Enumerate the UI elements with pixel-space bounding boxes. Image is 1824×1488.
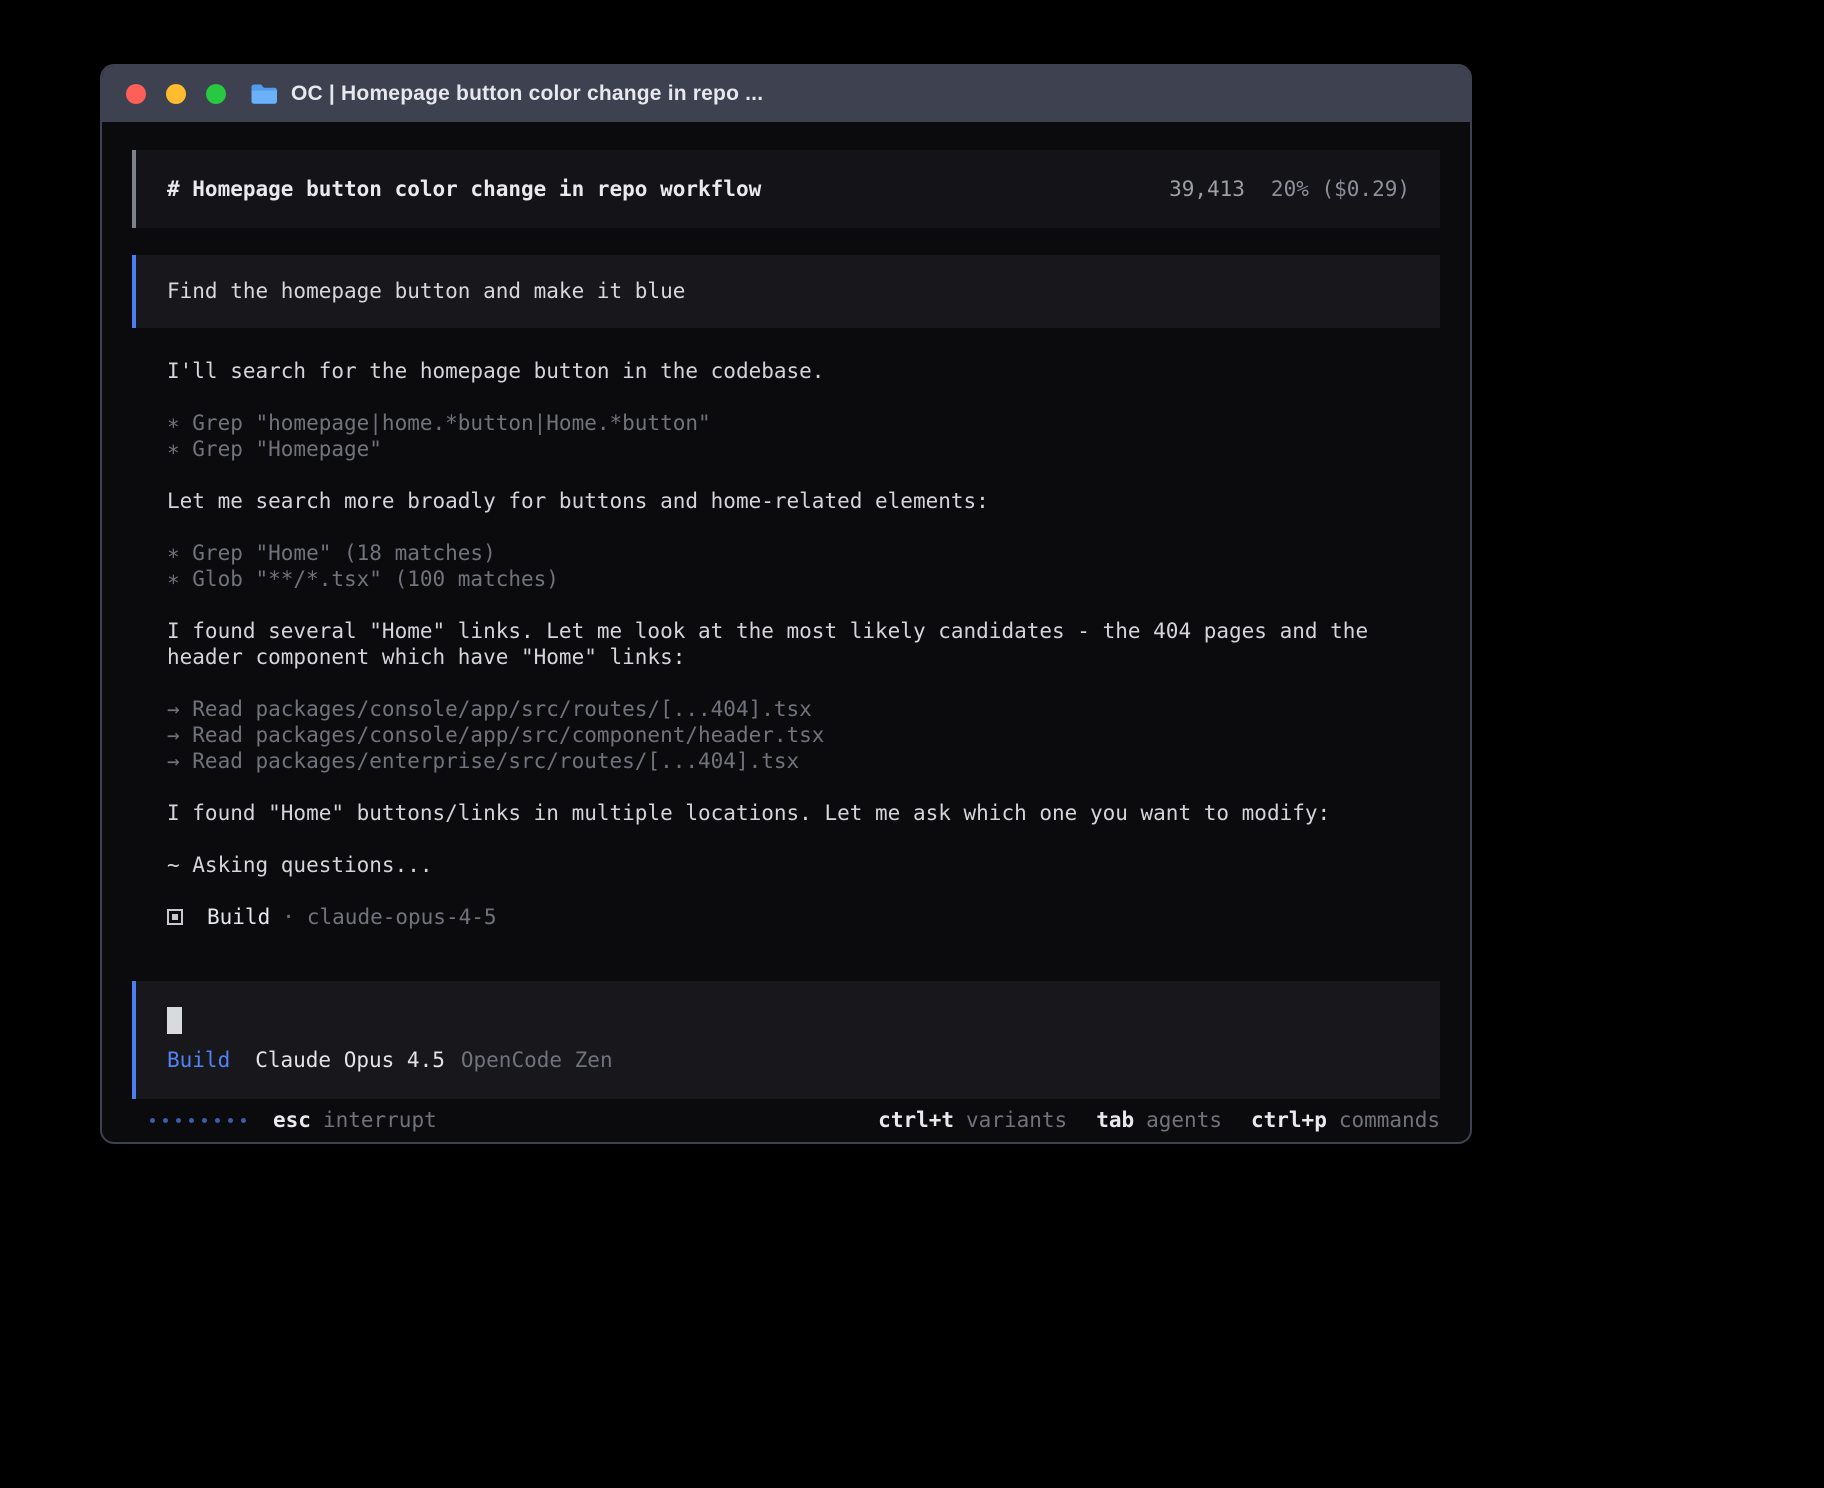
title-group: OC | Homepage button color change in rep… (250, 82, 763, 106)
spinner-dot (215, 1118, 220, 1123)
shortcut-agents: tab agents (1096, 1107, 1222, 1133)
prompt-input[interactable]: Build Claude Opus 4.5 OpenCode Zen (132, 981, 1440, 1099)
minimize-button[interactable] (166, 84, 186, 104)
tool-call-group: → Read packages/console/app/src/routes/[… (167, 696, 1380, 774)
session-header: # Homepage button color change in repo w… (132, 150, 1440, 228)
transcript: I'll search for the homepage button in t… (132, 328, 1440, 957)
statusbar-right: ctrl+t variants tab agents ctrl+p comman… (878, 1107, 1440, 1133)
shortcut-key-esc: esc (273, 1107, 311, 1133)
agent-separator: · (282, 904, 295, 930)
shortcut-label: commands (1339, 1107, 1440, 1133)
spinner-dot (228, 1118, 233, 1123)
titlebar[interactable]: OC | Homepage button color change in rep… (102, 66, 1470, 122)
terminal-content: # Homepage button color change in repo w… (102, 122, 1470, 1142)
session-title: # Homepage button color change in repo w… (167, 176, 761, 202)
tool-call-read: → Read packages/console/app/src/componen… (167, 722, 1380, 748)
context-usage: 20% ($0.29) (1271, 176, 1410, 202)
agent-name: Build (207, 904, 270, 930)
tool-call-glob: ∗ Glob "**/*.tsx" (100 matches) (167, 566, 1380, 592)
assistant-message: I'll search for the homepage button in t… (167, 358, 1380, 384)
tool-call-read: → Read packages/console/app/src/routes/[… (167, 696, 1380, 722)
token-count: 39,413 (1169, 176, 1245, 202)
assistant-message: I found "Home" buttons/links in multiple… (167, 800, 1380, 826)
agent-model: claude-opus-4-5 (307, 904, 497, 930)
spinner-dot (189, 1118, 194, 1123)
shortcut-label: agents (1146, 1107, 1222, 1133)
statusbar: esc interrupt ctrl+t variants tab agents… (132, 1107, 1440, 1133)
zoom-button[interactable] (206, 84, 226, 104)
model-line: Build Claude Opus 4.5 OpenCode Zen (167, 1047, 1409, 1073)
shortcut-variants: ctrl+t variants (878, 1107, 1067, 1133)
folder-icon (250, 83, 278, 105)
shortcut-label-interrupt: interrupt (323, 1107, 437, 1133)
tool-call-group: ∗ Grep "homepage|home.*button|Home.*butt… (167, 410, 1380, 462)
tool-call-group: ∗ Grep "Home" (18 matches) ∗ Glob "**/*.… (167, 540, 1380, 592)
provider-label: OpenCode Zen (461, 1047, 613, 1073)
shortcut-key: ctrl+p (1251, 1107, 1327, 1133)
spinner-dot (163, 1118, 168, 1123)
assistant-message: I found several "Home" links. Let me loo… (167, 618, 1380, 670)
agent-status-line: Build · claude-opus-4-5 (167, 904, 1380, 930)
mode-label: Build (167, 1047, 230, 1073)
spinner-dot (176, 1118, 181, 1123)
tool-call-grep: ∗ Grep "homepage|home.*button|Home.*butt… (167, 410, 1380, 436)
assistant-message: Let me search more broadly for buttons a… (167, 488, 1380, 514)
tool-call-read: → Read packages/enterprise/src/routes/[.… (167, 748, 1380, 774)
statusbar-left: esc interrupt (150, 1107, 437, 1133)
user-message: Find the homepage button and make it blu… (132, 255, 1440, 328)
text-cursor (167, 1007, 182, 1034)
tool-call-grep: ∗ Grep "Homepage" (167, 436, 1380, 462)
user-message-text: Find the homepage button and make it blu… (167, 279, 685, 303)
shortcut-key: ctrl+t (878, 1107, 954, 1133)
spinner-dot (150, 1118, 155, 1123)
traffic-lights (126, 84, 226, 104)
shortcut-commands: ctrl+p commands (1251, 1107, 1440, 1133)
agent-icon (167, 909, 183, 925)
terminal-window: OC | Homepage button color change in rep… (100, 64, 1472, 1144)
tool-call-grep: ∗ Grep "Home" (18 matches) (167, 540, 1380, 566)
close-button[interactable] (126, 84, 146, 104)
shortcut-label: variants (966, 1107, 1067, 1133)
status-asking-questions: ~ Asking questions... (167, 852, 1380, 878)
window-title: OC | Homepage button color change in rep… (291, 82, 763, 106)
spinner-dot (202, 1118, 207, 1123)
session-stats: 39,413 20% ($0.29) (1169, 176, 1410, 202)
model-label: Claude Opus 4.5 (255, 1047, 445, 1073)
spinner-dot (241, 1118, 246, 1123)
activity-spinner (150, 1118, 246, 1123)
shortcut-key: tab (1096, 1107, 1134, 1133)
